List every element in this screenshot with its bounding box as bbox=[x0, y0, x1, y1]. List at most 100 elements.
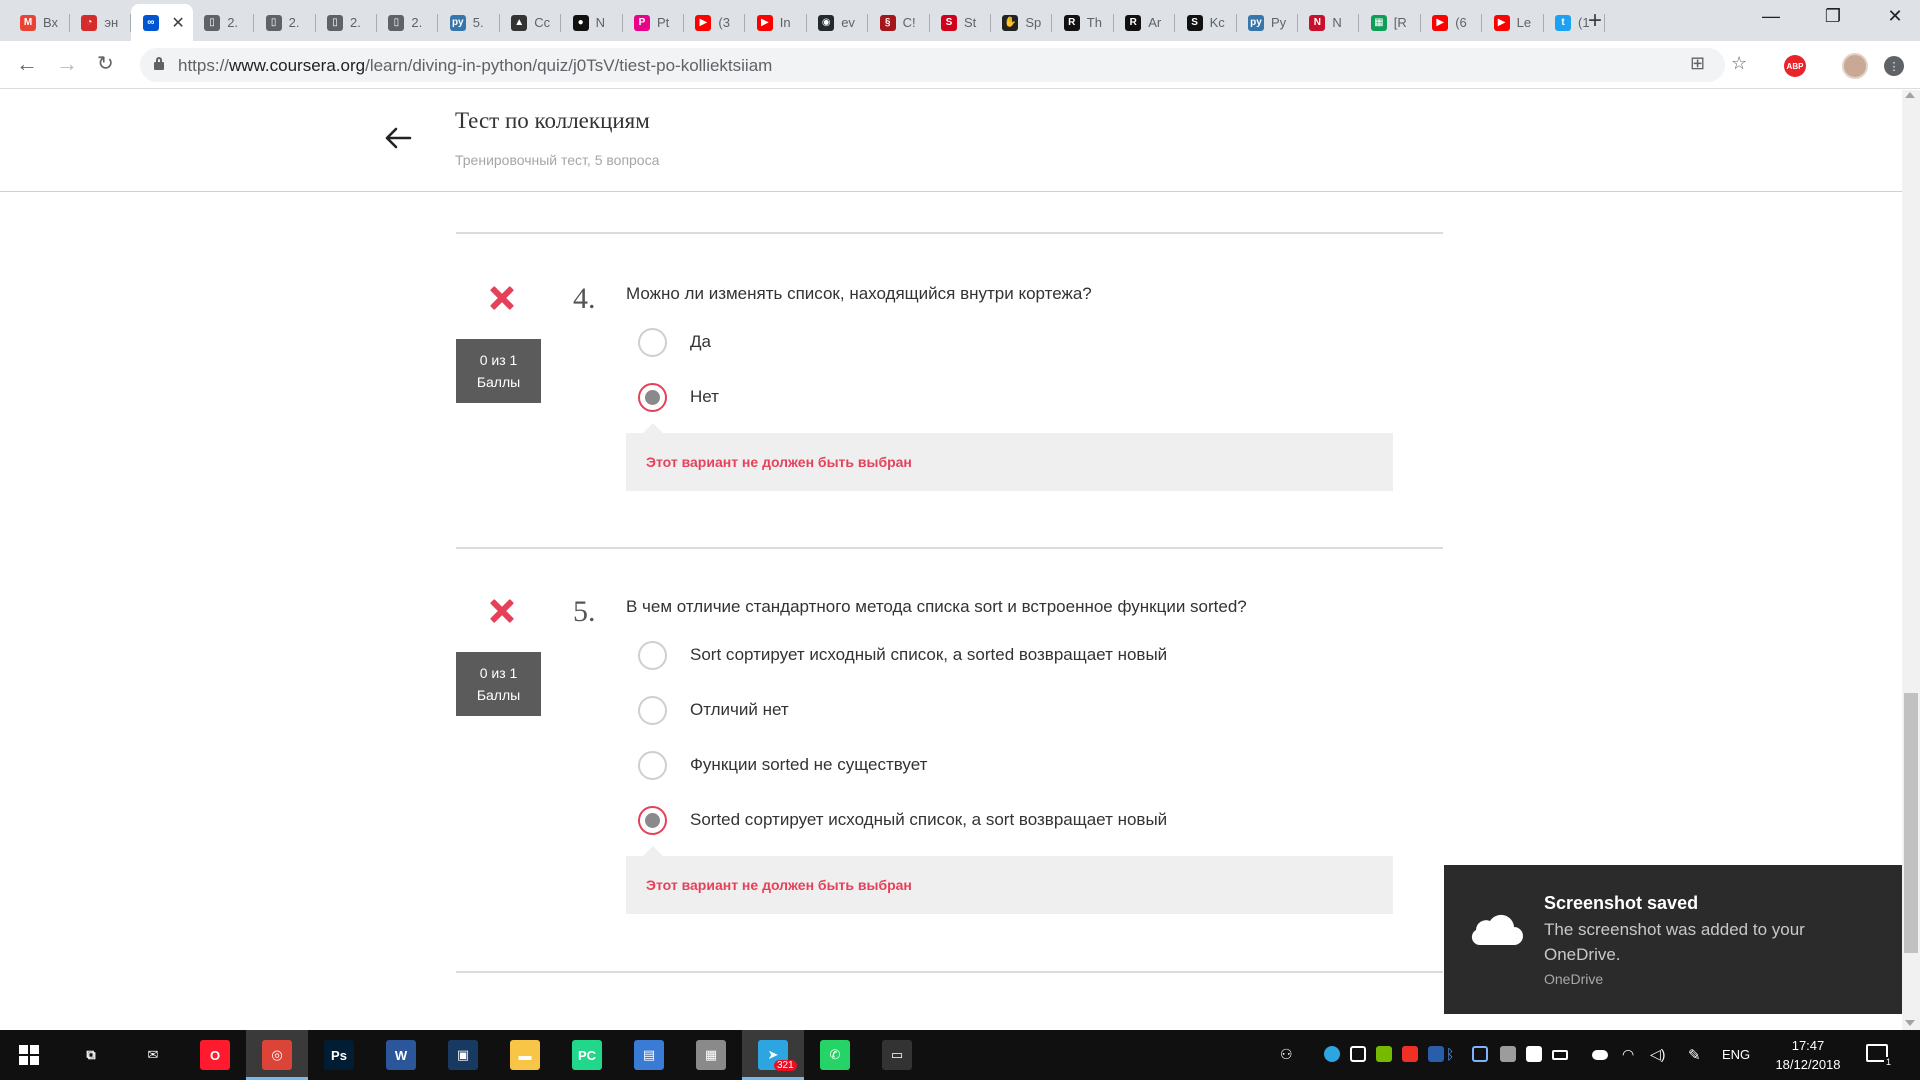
taskbar-app[interactable]: PC bbox=[556, 1030, 618, 1080]
opera-icon: O bbox=[200, 1040, 230, 1070]
address-bar[interactable]: https://www.coursera.org/learn/diving-in… bbox=[140, 48, 1725, 82]
browser-tab[interactable]: S Kc bbox=[1175, 4, 1237, 41]
windows-start-icon[interactable] bbox=[19, 1045, 39, 1065]
tab-close-icon[interactable]: ✕ bbox=[171, 13, 184, 33]
bluetooth-icon[interactable]: ᛒ bbox=[1446, 1046, 1462, 1062]
security-tray-icon[interactable] bbox=[1526, 1046, 1542, 1062]
browser-tab[interactable]: S St bbox=[929, 4, 991, 41]
onedrive-tray-icon[interactable] bbox=[1592, 1050, 1608, 1060]
back-arrow-icon[interactable] bbox=[384, 126, 412, 150]
taskbar-app[interactable]: ▭ bbox=[866, 1030, 928, 1080]
answer-option[interactable]: Sorted сортирует исходный список, а sort… bbox=[638, 805, 1167, 835]
browser-tab[interactable]: ▯ 2. bbox=[315, 4, 377, 41]
telegram-tray-icon[interactable] bbox=[1324, 1046, 1340, 1062]
browser-tab[interactable]: R Ar bbox=[1113, 4, 1176, 41]
bookmark-star-icon[interactable]: ☆ bbox=[1731, 53, 1747, 74]
radio-button-selected[interactable] bbox=[638, 382, 667, 412]
back-nav-icon[interactable]: ← bbox=[16, 51, 38, 77]
browser-tab[interactable]: ▦ [R bbox=[1359, 4, 1421, 41]
wifi-icon[interactable]: ◠ bbox=[1622, 1046, 1638, 1062]
cloud-tray-icon[interactable] bbox=[1402, 1046, 1418, 1062]
r-icon: R bbox=[1063, 14, 1080, 31]
browser-tab[interactable]: R Th bbox=[1052, 4, 1114, 41]
battery-icon[interactable] bbox=[1552, 1050, 1568, 1060]
language-indicator[interactable]: ENG bbox=[1722, 1047, 1750, 1062]
browser-tab[interactable]: ✋ Sp bbox=[990, 4, 1053, 41]
option-label: Функции sorted не существует bbox=[690, 755, 928, 774]
browser-tab[interactable]: § C! bbox=[868, 4, 930, 41]
browser-tab[interactable]: ▯ 2. bbox=[192, 4, 255, 41]
taskbar-app[interactable]: Ps bbox=[308, 1030, 370, 1080]
pen-icon[interactable]: ✎ bbox=[1688, 1046, 1704, 1064]
network-adapter-icon[interactable] bbox=[1472, 1046, 1488, 1062]
taskbar-app[interactable]: O bbox=[184, 1030, 246, 1080]
radio-button[interactable] bbox=[638, 695, 667, 725]
display-tray-icon[interactable] bbox=[1350, 1046, 1366, 1062]
radio-button-selected[interactable] bbox=[638, 805, 667, 835]
app-tray-icon[interactable] bbox=[1428, 1046, 1444, 1062]
browser-tab[interactable]: ∞ ✕ bbox=[130, 4, 193, 41]
reload-icon[interactable]: ↻ bbox=[97, 51, 114, 76]
browser-tab[interactable]: ◉ ev bbox=[806, 4, 869, 41]
avatar[interactable] bbox=[1842, 53, 1868, 79]
taskbar-app[interactable]: ✉ bbox=[122, 1030, 184, 1080]
volume-icon[interactable]: ◁) bbox=[1650, 1046, 1666, 1062]
browser-tab[interactable]: ◔ эн bbox=[69, 4, 132, 41]
tab-label: ev bbox=[841, 15, 855, 30]
browser-tab[interactable]: P Pt bbox=[622, 4, 684, 41]
browser-tab[interactable]: ▲ Cc bbox=[499, 4, 562, 41]
minimize-button[interactable]: — bbox=[1748, 6, 1794, 27]
browser-tab[interactable]: ▶ (6 bbox=[1420, 4, 1483, 41]
forward-nav-icon[interactable]: → bbox=[56, 51, 78, 77]
browser-tab[interactable]: ● N bbox=[561, 4, 623, 41]
answer-option[interactable]: Да bbox=[638, 327, 711, 357]
taskbar-app[interactable]: ▬ bbox=[494, 1030, 556, 1080]
browser-tab[interactable]: ▶ Le bbox=[1482, 4, 1544, 41]
notification-toast[interactable]: Screenshot saved The screenshot was adde… bbox=[1444, 865, 1902, 1014]
new-tab-button[interactable]: + bbox=[1588, 7, 1602, 35]
scrollbar-thumb[interactable] bbox=[1904, 693, 1918, 953]
browser-tab[interactable]: NN bbox=[1297, 4, 1360, 41]
scroll-down-icon[interactable] bbox=[1905, 1020, 1915, 1026]
browser-tab[interactable]: ▶ In bbox=[745, 4, 807, 41]
taskbar-app[interactable]: W bbox=[370, 1030, 432, 1080]
answer-option[interactable]: Функции sorted не существует bbox=[638, 750, 927, 780]
taskbar-app[interactable]: ▣ bbox=[432, 1030, 494, 1080]
answer-option[interactable]: Нет bbox=[638, 382, 719, 412]
close-window-button[interactable]: ✕ bbox=[1872, 6, 1918, 27]
translate-icon[interactable]: ⊞ bbox=[1690, 53, 1705, 74]
taskbar-app[interactable]: ▦ bbox=[680, 1030, 742, 1080]
answer-option[interactable]: Sort сортирует исходный список, а sorted… bbox=[638, 640, 1167, 670]
answer-option[interactable]: Отличий нет bbox=[638, 695, 789, 725]
chrome-menu-icon[interactable]: ⋮ bbox=[1884, 56, 1904, 76]
taskbar-app[interactable]: ◎ bbox=[246, 1030, 308, 1080]
option-label: Sorted сортирует исходный список, а sort… bbox=[690, 810, 1168, 829]
tab-label: Pt bbox=[657, 15, 670, 30]
browser-tab[interactable]: ▯ 2. bbox=[254, 4, 316, 41]
restore-button[interactable]: ❐ bbox=[1810, 6, 1856, 27]
taskbar-app[interactable]: ▤ bbox=[618, 1030, 680, 1080]
taskbar-app[interactable]: ✆ bbox=[804, 1030, 866, 1080]
taskbar-app[interactable]: ⧉ bbox=[60, 1030, 122, 1080]
task-view-icon: ⧉ bbox=[86, 1047, 96, 1062]
radio-button[interactable] bbox=[638, 750, 667, 780]
browser-tab[interactable]: ▶ (3 bbox=[683, 4, 746, 41]
browser-tab[interactable]: py 5. bbox=[438, 4, 500, 41]
browser-tab[interactable]: M Вх bbox=[8, 4, 70, 41]
people-icon[interactable]: ⚇ bbox=[1280, 1046, 1296, 1062]
device-tray-icon[interactable] bbox=[1500, 1046, 1516, 1062]
linux-icon: ▲ bbox=[511, 14, 528, 31]
nvidia-tray-icon[interactable] bbox=[1376, 1046, 1392, 1062]
clock[interactable]: 17:47 18/12/2018 bbox=[1768, 1036, 1848, 1074]
radio-button[interactable] bbox=[638, 327, 667, 357]
taskbar-app[interactable]: ➤ 321 bbox=[742, 1030, 804, 1080]
adblock-icon[interactable]: ABP bbox=[1784, 55, 1806, 77]
pycharm-icon: PC bbox=[572, 1040, 602, 1070]
action-center-icon[interactable]: 1 bbox=[1866, 1044, 1893, 1067]
scroll-up-icon[interactable] bbox=[1905, 92, 1915, 98]
url-text[interactable]: https://www.coursera.org/learn/diving-in… bbox=[178, 56, 772, 76]
browser-tab[interactable]: py Py bbox=[1236, 4, 1298, 41]
browser-tab[interactable]: ▯ 2. bbox=[376, 4, 439, 41]
radio-button[interactable] bbox=[638, 640, 667, 670]
question-number: 5. bbox=[573, 595, 596, 628]
